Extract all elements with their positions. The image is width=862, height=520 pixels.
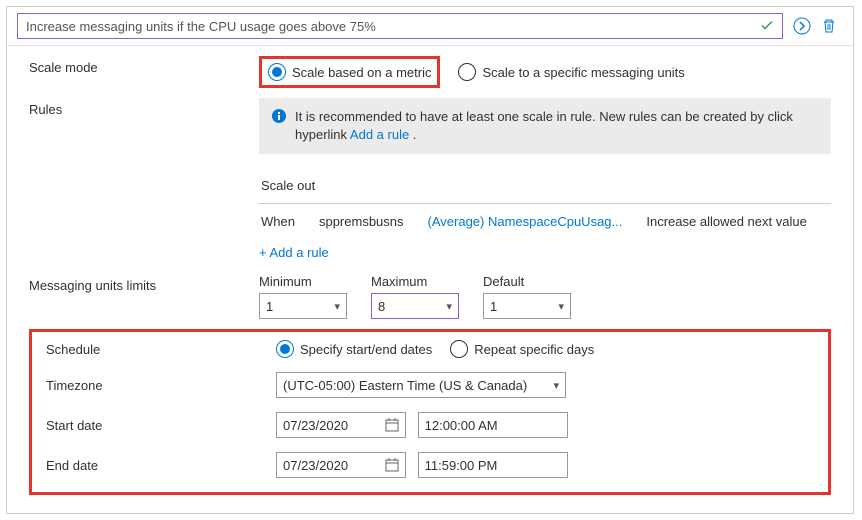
radio-repeat[interactable]: Repeat specific days: [450, 340, 594, 358]
condition-name-input[interactable]: [17, 13, 783, 39]
calendar-icon: [385, 458, 399, 472]
default-label: Default: [483, 274, 571, 289]
min-select[interactable]: 1 ▾: [259, 293, 347, 319]
radio-icon: [458, 63, 476, 81]
highlight-scale-metric: Scale based on a metric: [259, 56, 440, 88]
max-label: Maximum: [371, 274, 459, 289]
rules-info-box: It is recommended to have at least one s…: [259, 98, 831, 154]
radio-label: Specify start/end dates: [300, 342, 432, 357]
rule-row[interactable]: When sppremsbusns (Average) NamespaceCpu…: [259, 212, 831, 231]
add-rule-inline-link[interactable]: Add a rule: [350, 127, 409, 142]
rules-table: Scale out When sppremsbusns (Average) Na…: [259, 172, 831, 260]
start-time-input[interactable]: 12:00:00 AM: [418, 412, 568, 438]
default-select[interactable]: 1 ▾: [483, 293, 571, 319]
header-row: [7, 7, 853, 45]
calendar-icon: [385, 418, 399, 432]
radio-icon: [450, 340, 468, 358]
rules-label: Rules: [29, 98, 259, 117]
rule-resource: sppremsbusns: [319, 214, 404, 229]
radio-start-end[interactable]: Specify start/end dates: [276, 340, 432, 358]
add-rule-link[interactable]: + Add a rule: [259, 245, 329, 260]
autoscale-panel: Scale mode Scale based on a metric Scale…: [6, 6, 854, 514]
limits-label: Messaging units limits: [29, 274, 259, 293]
scale-mode-row: Scale mode Scale based on a metric Scale…: [29, 56, 831, 88]
info-text: It is recommended to have at least one s…: [295, 108, 819, 144]
radio-scale-metric[interactable]: Scale based on a metric: [268, 63, 431, 81]
radio-label: Scale based on a metric: [292, 65, 431, 80]
check-icon: [759, 17, 775, 33]
rule-metric-link[interactable]: (Average) NamespaceCpuUsag...: [428, 214, 623, 229]
radio-scale-specific[interactable]: Scale to a specific messaging units: [458, 63, 684, 81]
min-label: Minimum: [259, 274, 347, 289]
info-icon: [271, 108, 287, 124]
radio-icon: [276, 340, 294, 358]
highlight-schedule: Schedule Specify start/end dates Repeat …: [29, 329, 831, 495]
scale-out-header: Scale out: [259, 172, 831, 199]
radio-label: Repeat specific days: [474, 342, 594, 357]
timezone-label: Timezone: [46, 378, 276, 393]
end-date-label: End date: [46, 458, 276, 473]
arrow-right-circle-icon[interactable]: [793, 17, 811, 35]
end-date-input[interactable]: 07/23/2020: [276, 452, 406, 478]
radio-icon: [268, 63, 286, 81]
radio-label: Scale to a specific messaging units: [482, 65, 684, 80]
start-date-label: Start date: [46, 418, 276, 433]
rule-when: When: [261, 214, 295, 229]
chevron-down-icon: ▾: [558, 300, 564, 313]
start-date-input[interactable]: 07/23/2020: [276, 412, 406, 438]
scale-mode-label: Scale mode: [29, 56, 259, 75]
rule-action: Increase allowed next value: [646, 214, 806, 229]
chevron-down-icon: ▾: [553, 379, 559, 392]
end-time-input[interactable]: 11:59:00 PM: [418, 452, 568, 478]
max-select[interactable]: 8 ▾: [371, 293, 459, 319]
timezone-select[interactable]: (UTC-05:00) Eastern Time (US & Canada) ▾: [276, 372, 566, 398]
chevron-down-icon: ▾: [446, 300, 452, 313]
chevron-down-icon: ▾: [334, 300, 340, 313]
schedule-label: Schedule: [46, 342, 276, 357]
delete-icon[interactable]: [821, 18, 837, 34]
